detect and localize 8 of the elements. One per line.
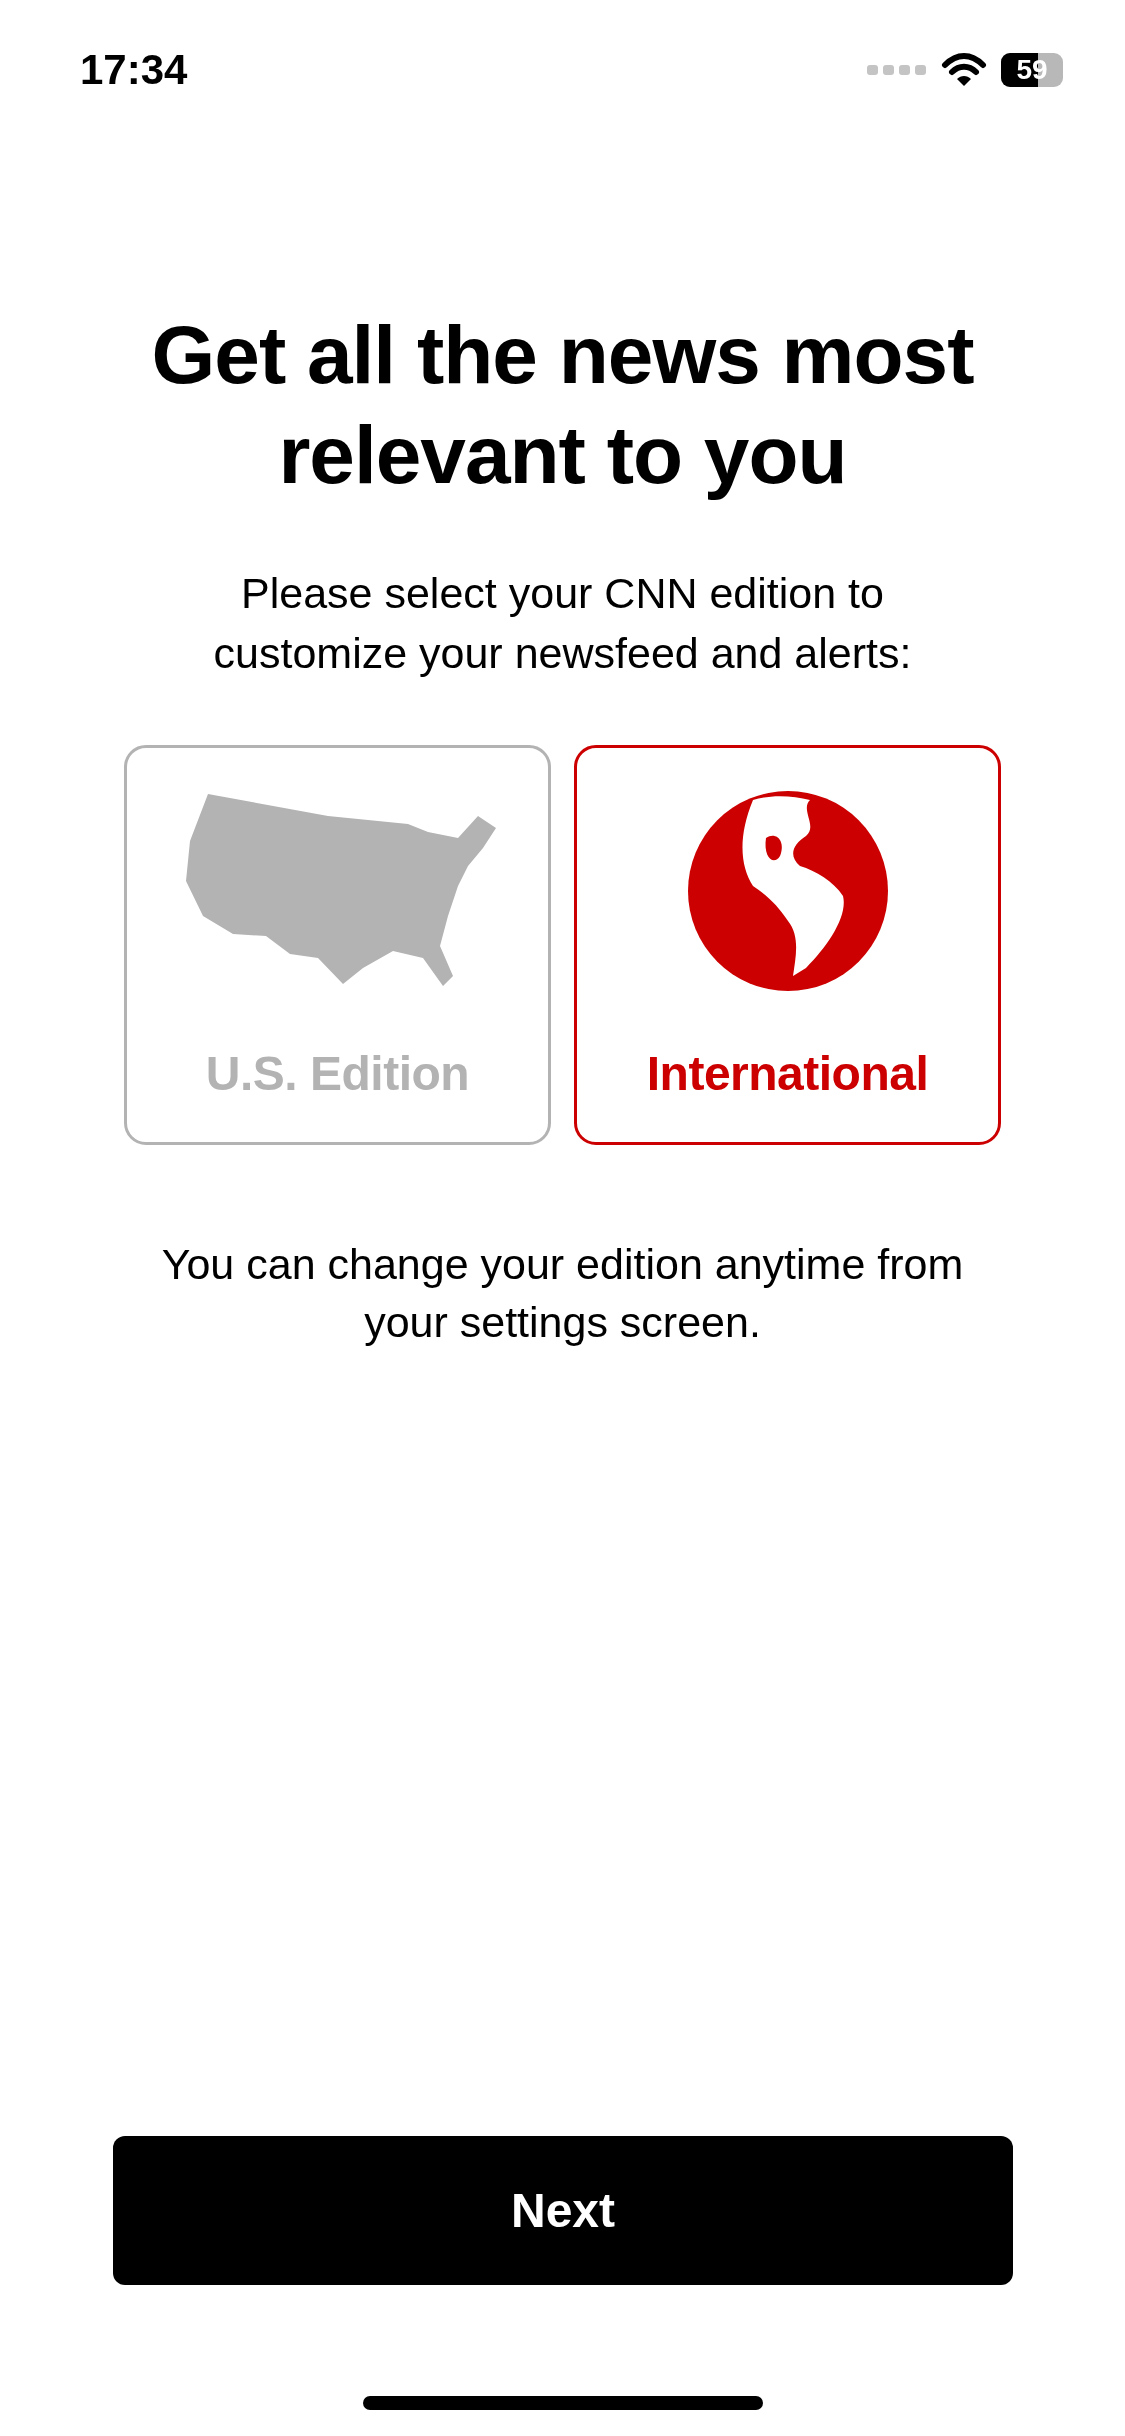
page-title: Get all the news most relevant to you	[150, 308, 975, 502]
wifi-icon	[941, 53, 987, 87]
status-time: 17:34	[80, 46, 188, 94]
edition-option[interactable]: International	[574, 745, 1001, 1145]
signal-icon	[867, 63, 927, 77]
subtitle: Please select your CNN edition to customize your newsfeed and alerts:	[212, 568, 913, 679]
note-text: You can change your edition anytime from your settings screen.	[160, 1239, 965, 1348]
next-button[interactable]: Next	[113, 2136, 1013, 2285]
